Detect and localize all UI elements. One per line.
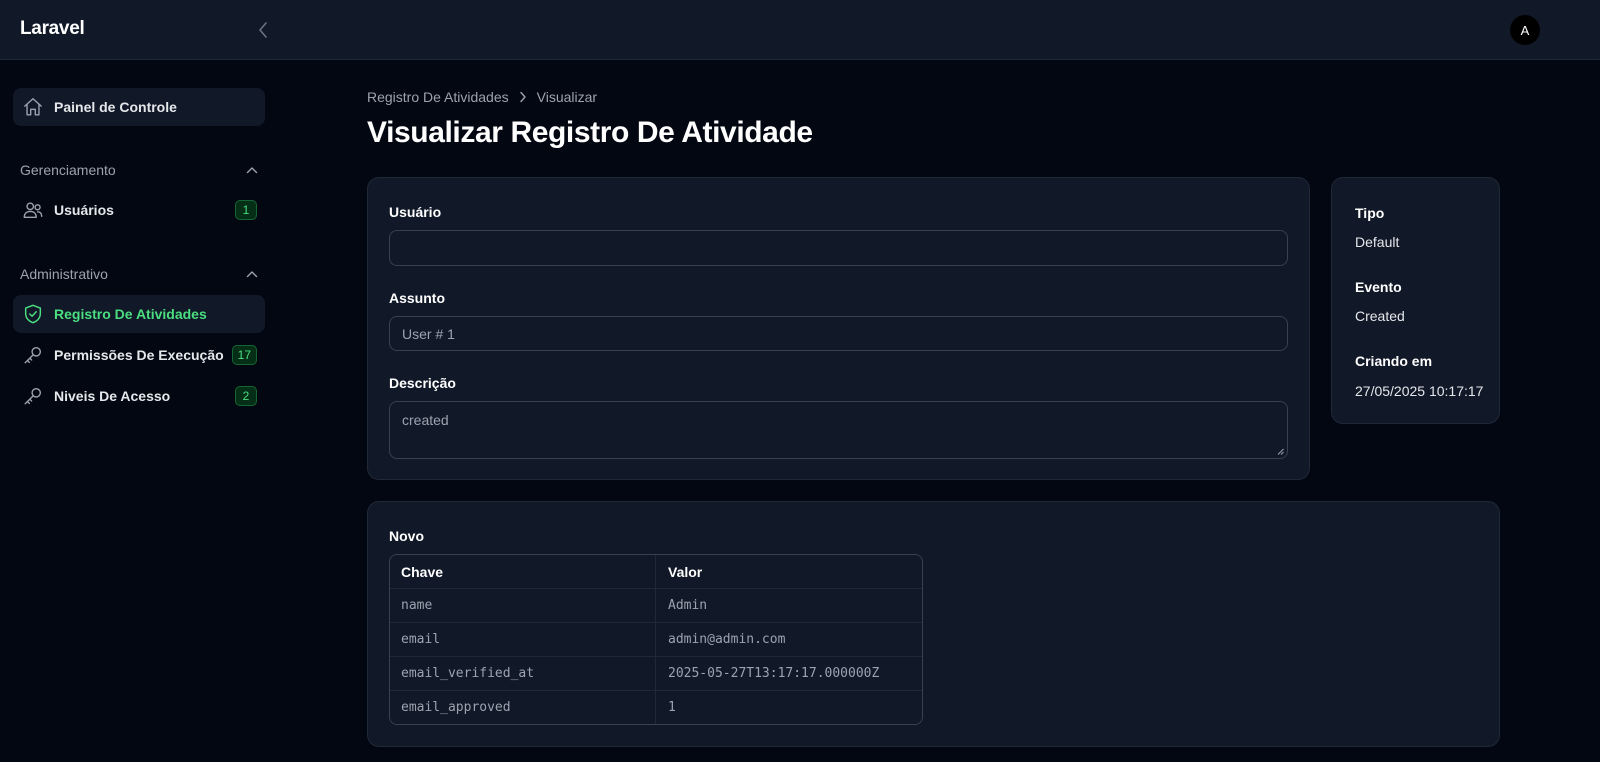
usuario-label: Usuário <box>389 204 442 220</box>
sidebar-item-permissoes-de-execucao[interactable]: Permissões De Execução 17 <box>13 336 265 374</box>
group-gerenciamento-toggle[interactable]: Gerenciamento <box>20 159 258 181</box>
row-value: Admin <box>668 598 708 613</box>
criado-value: 27/05/2025 10:17:17 <box>1355 383 1484 399</box>
top-bar: Laravel A <box>0 0 1600 60</box>
count-badge: 2 <box>235 386 257 406</box>
sidebar-item-registro-de-atividades[interactable]: Registro De Atividades <box>13 295 265 333</box>
chevron-up-icon <box>246 271 258 278</box>
page-title: Visualizar Registro De Atividade <box>367 116 813 149</box>
table-row: name Admin <box>390 588 922 622</box>
criado-label: Criando em <box>1355 353 1433 369</box>
users-icon <box>22 199 44 221</box>
key-value-table: Chave Valor name Admin email admin@admin… <box>389 554 923 725</box>
tipo-label: Tipo <box>1355 205 1385 221</box>
home-icon <box>22 96 44 118</box>
count-badge: 1 <box>235 200 257 220</box>
key-icon <box>22 385 44 407</box>
row-key: email_verified_at <box>390 657 656 690</box>
chevron-left-icon <box>259 22 267 38</box>
sidebar-item-label: Registro De Atividades <box>54 306 207 322</box>
breadcrumb-link-registro[interactable]: Registro De Atividades <box>367 89 509 105</box>
table-header-row: Chave Valor <box>390 555 922 588</box>
column-header-chave: Chave <box>390 555 656 588</box>
sidebar-item-label: Painel de Controle <box>54 99 177 115</box>
chevron-right-icon <box>519 91 527 103</box>
column-header-valor: Valor <box>668 563 703 580</box>
chevron-up-icon <box>246 167 258 174</box>
descricao-value: created <box>402 412 449 428</box>
meta-card: Tipo Default Evento Created Criando em 2… <box>1331 177 1500 424</box>
assunto-field[interactable]: User # 1 <box>389 316 1288 351</box>
tipo-value: Default <box>1355 234 1400 250</box>
key-icon <box>22 344 44 366</box>
group-label: Gerenciamento <box>20 162 116 178</box>
novo-title: Novo <box>389 528 424 544</box>
table-row: email_verified_at 2025-05-27T13:17:17.00… <box>390 656 922 690</box>
sidebar-item-niveis-de-acesso[interactable]: Niveis De Acesso 2 <box>13 377 265 415</box>
details-card: Usuário Assunto User # 1 Descrição creat… <box>367 177 1310 480</box>
usuario-field[interactable] <box>389 230 1288 266</box>
descricao-label: Descrição <box>389 375 456 391</box>
group-label: Administrativo <box>20 266 108 282</box>
sidebar: Painel de Controle Gerenciamento Usuário… <box>0 60 280 762</box>
row-key: name <box>390 589 656 622</box>
row-key: email_approved <box>390 691 656 724</box>
breadcrumb-current: Visualizar <box>536 89 598 105</box>
resize-handle-icon[interactable] <box>1277 448 1284 455</box>
row-value: 2025-05-27T13:17:17.000000Z <box>668 666 880 681</box>
breadcrumb: Registro De Atividades Visualizar <box>367 89 597 105</box>
count-badge: 17 <box>231 345 257 365</box>
row-key: email <box>390 623 656 656</box>
collapse-sidebar-button[interactable] <box>252 18 274 42</box>
sidebar-item-label: Niveis De Acesso <box>54 388 171 404</box>
sidebar-item-label: Usuários <box>54 202 114 218</box>
descricao-textarea[interactable]: created <box>389 401 1288 459</box>
shield-check-icon <box>22 303 44 325</box>
row-value: admin@admin.com <box>668 632 786 647</box>
evento-label: Evento <box>1355 279 1402 295</box>
assunto-label: Assunto <box>389 290 445 306</box>
sidebar-item-usuarios[interactable]: Usuários 1 <box>13 191 265 229</box>
group-administrativo-toggle[interactable]: Administrativo <box>20 263 258 285</box>
table-row: email_approved 1 <box>390 690 922 724</box>
table-row: email admin@admin.com <box>390 622 922 656</box>
sidebar-item-label: Permissões De Execução <box>54 347 224 363</box>
novo-card: Novo Chave Valor name Admin email admin@… <box>367 501 1500 747</box>
sidebar-item-dashboard[interactable]: Painel de Controle <box>13 88 265 126</box>
brand-logo[interactable]: Laravel <box>20 18 85 40</box>
evento-value: Created <box>1355 308 1405 324</box>
row-value: 1 <box>668 700 676 715</box>
user-avatar[interactable]: A <box>1510 15 1540 45</box>
